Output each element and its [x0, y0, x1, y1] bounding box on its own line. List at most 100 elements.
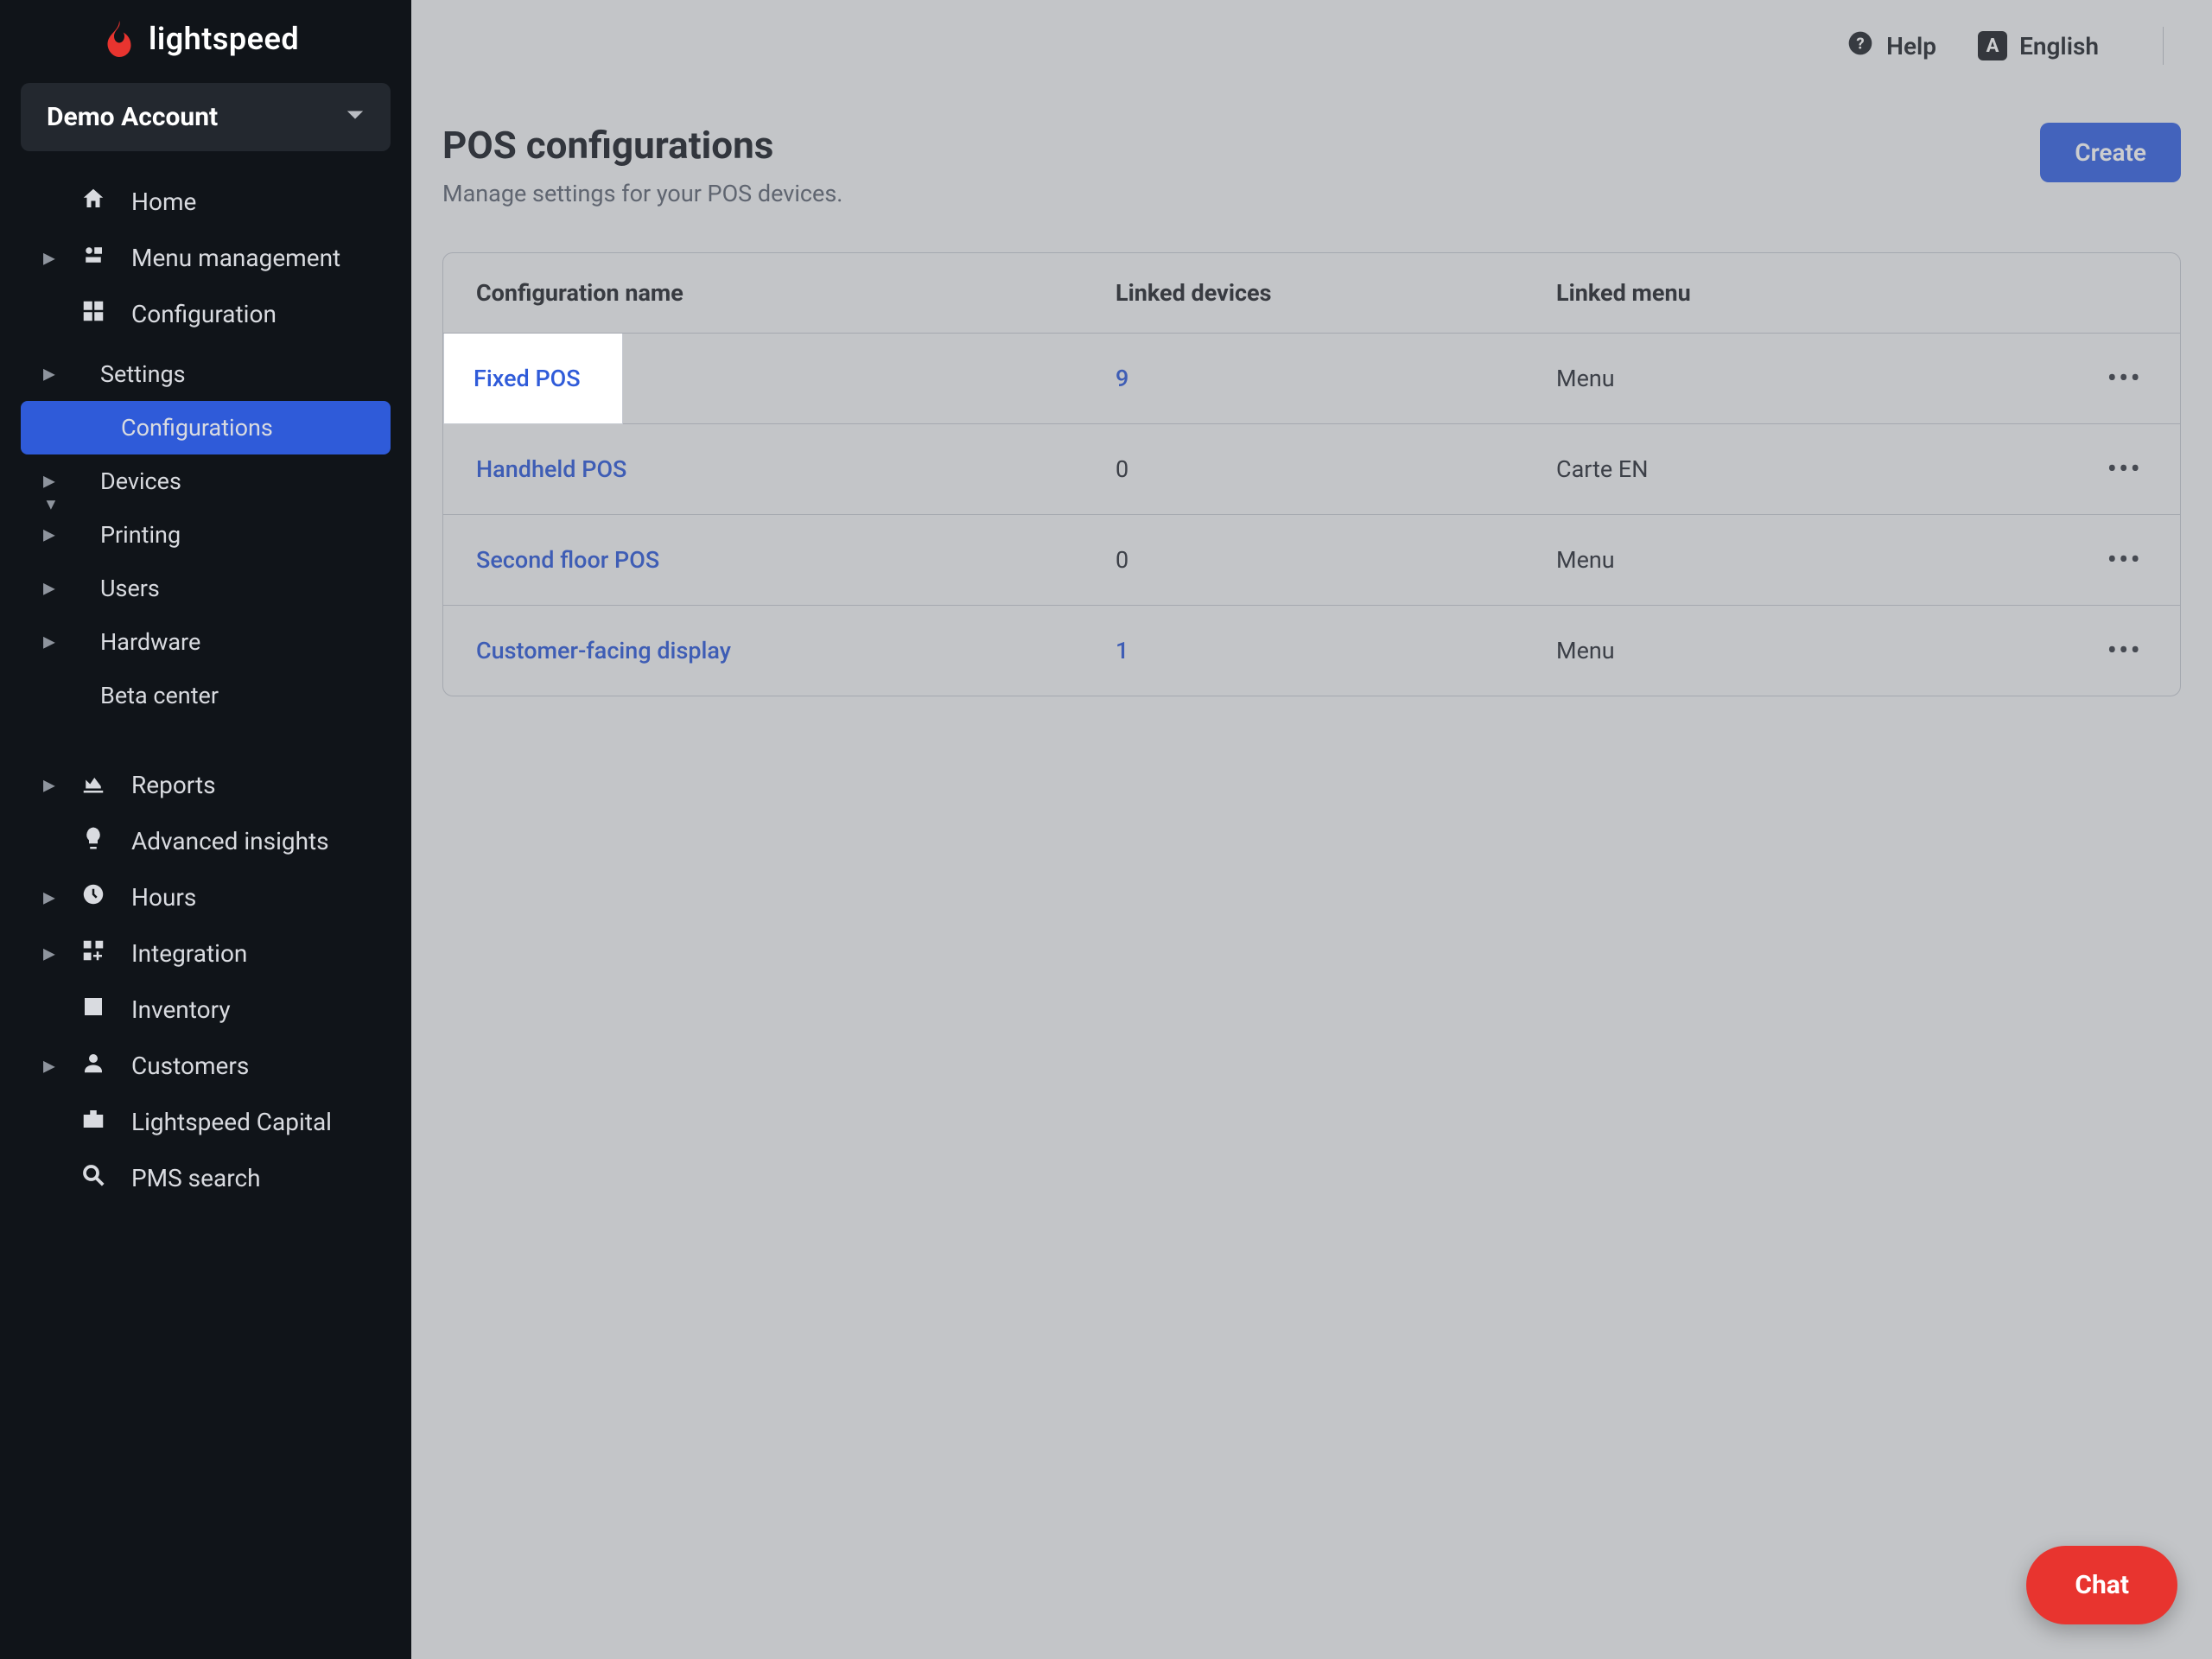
briefcase-icon: [78, 1106, 109, 1138]
chevron-right-icon: ▶: [43, 944, 60, 963]
sidebar: lightspeed Demo Account Home ▶ Menu mana…: [0, 0, 411, 1659]
chat-button[interactable]: Chat: [2026, 1546, 2177, 1624]
nav-hours[interactable]: Hours: [0, 869, 411, 925]
th-actions: [2075, 253, 2180, 334]
nav-label: Reports: [131, 771, 216, 799]
account-switcher[interactable]: Demo Account: [21, 83, 391, 151]
row-actions-button[interactable]: •••: [2075, 424, 2180, 515]
row-actions-button[interactable]: •••: [2075, 606, 2180, 696]
nav-label: Menu management: [131, 244, 340, 272]
home-icon: [78, 186, 109, 218]
row-actions-button[interactable]: •••: [2075, 334, 2180, 424]
table-row: Fixed POS 9 Menu•••: [443, 334, 2180, 424]
nav-menu-management[interactable]: Menu management: [0, 230, 411, 286]
nav-label: Configuration: [131, 300, 276, 328]
chevron-right-icon: ▶: [43, 580, 60, 598]
linked-menu: Carte EN: [1523, 424, 2075, 515]
nav: Home ▶ Menu management ▼ Configuration ▶: [0, 168, 411, 1206]
create-button[interactable]: Create: [2040, 123, 2181, 182]
nav-hardware[interactable]: Hardware: [0, 615, 411, 669]
config-name-link[interactable]: Second floor POS: [476, 546, 659, 574]
menu-icon: [78, 242, 109, 274]
language-switcher[interactable]: A English: [1978, 31, 2099, 60]
nav-label: PMS search: [131, 1164, 261, 1192]
nav-label: Home: [131, 188, 196, 216]
nav-pms-search[interactable]: PMS search: [0, 1150, 411, 1206]
config-name-link[interactable]: Handheld POS: [476, 455, 626, 483]
chevron-right-icon: ▶: [43, 776, 60, 794]
table-row: Second floor POS 0 Menu•••: [443, 515, 2180, 606]
chevron-right-icon: ▶: [43, 526, 60, 544]
divider: [2163, 27, 2164, 65]
grid-icon: [78, 298, 109, 330]
nav-inventory[interactable]: Inventory: [0, 982, 411, 1038]
integration-icon: [78, 938, 109, 969]
table-row: Customer-facing display 1 Menu•••: [443, 606, 2180, 696]
page: POS configurations Manage settings for y…: [411, 92, 2212, 728]
nav-lightspeed-capital[interactable]: Lightspeed Capital: [0, 1094, 411, 1150]
th-name: Configuration name: [443, 253, 1083, 334]
nav-integration[interactable]: Integration: [0, 925, 411, 982]
nav-configuration-children: ▶ Settings Configurations ▶ Devices ▶ Pr…: [0, 342, 411, 722]
account-label: Demo Account: [47, 102, 218, 132]
nav-label: Devices: [100, 467, 181, 495]
nav-label: Beta center: [100, 682, 219, 709]
nav-label: Settings: [100, 360, 186, 388]
config-name-link[interactable]: Fixed POS: [476, 365, 583, 392]
nav-customers[interactable]: Customers: [0, 1038, 411, 1094]
chevron-right-icon: ▶: [43, 365, 60, 384]
brand: lightspeed: [0, 0, 411, 83]
nav-label: Lightspeed Capital: [131, 1108, 332, 1136]
caret-down-icon: [346, 106, 365, 129]
nav-label: Printing: [100, 521, 181, 549]
chart-icon: [78, 769, 109, 801]
nav-label: Configurations: [121, 414, 273, 442]
bulb-icon: [78, 825, 109, 857]
row-actions-button[interactable]: •••: [2075, 515, 2180, 606]
flame-icon: [104, 21, 135, 57]
nav-label: Users: [100, 575, 160, 602]
linked-devices-count[interactable]: 9: [1116, 365, 1128, 392]
config-name-link[interactable]: Customer-facing display: [476, 637, 731, 664]
linked-menu: Menu: [1523, 606, 2075, 696]
nav-reports[interactable]: Reports: [0, 757, 411, 813]
page-header: POS configurations Manage settings for y…: [442, 123, 2181, 207]
chevron-right-icon: ▶: [43, 1057, 60, 1075]
nav-printing[interactable]: Printing: [0, 508, 411, 562]
nav-advanced-insights[interactable]: Advanced insights: [0, 813, 411, 869]
nav-devices[interactable]: Devices: [0, 454, 411, 508]
chevron-right-icon: ▶: [43, 249, 60, 267]
help-button[interactable]: ? Help: [1847, 29, 1936, 63]
language-label: English: [2019, 32, 2099, 60]
nav-settings[interactable]: Settings: [0, 347, 411, 401]
th-devices: Linked devices: [1083, 253, 1523, 334]
page-subtitle: Manage settings for your POS devices.: [442, 180, 842, 207]
nav-label: Customers: [131, 1052, 249, 1080]
help-label: Help: [1886, 32, 1936, 60]
nav-label: Integration: [131, 939, 247, 968]
nav-home[interactable]: Home: [0, 174, 411, 230]
nav-users[interactable]: Users: [0, 562, 411, 615]
table-row: Handheld POS 0 Carte EN•••: [443, 424, 2180, 515]
nav-configuration[interactable]: Configuration: [0, 286, 411, 342]
svg-text:?: ?: [1856, 34, 1864, 53]
topbar: ? Help A English: [411, 0, 2212, 92]
linked-devices-count: 0: [1116, 546, 1128, 574]
nav-configurations[interactable]: Configurations: [21, 401, 391, 454]
th-menu: Linked menu: [1523, 253, 2075, 334]
help-icon: ?: [1847, 29, 1874, 63]
linked-devices-count: 0: [1116, 455, 1128, 483]
nav-label: Advanced insights: [131, 827, 329, 855]
configurations-table: Configuration name Linked devices Linked…: [442, 252, 2181, 696]
page-title: POS configurations: [442, 123, 842, 168]
search-icon: [78, 1162, 109, 1194]
linked-devices-count[interactable]: 1: [1116, 637, 1128, 664]
nav-beta-center[interactable]: Beta center: [0, 669, 411, 722]
chevron-right-icon: ▶: [43, 633, 60, 652]
user-icon: [78, 1050, 109, 1082]
linked-menu: Menu: [1523, 515, 2075, 606]
nav-label: Hours: [131, 883, 196, 912]
nav-label: Hardware: [100, 628, 200, 656]
linked-menu: Menu: [1523, 334, 2075, 424]
chevron-right-icon: ▶: [43, 888, 60, 906]
